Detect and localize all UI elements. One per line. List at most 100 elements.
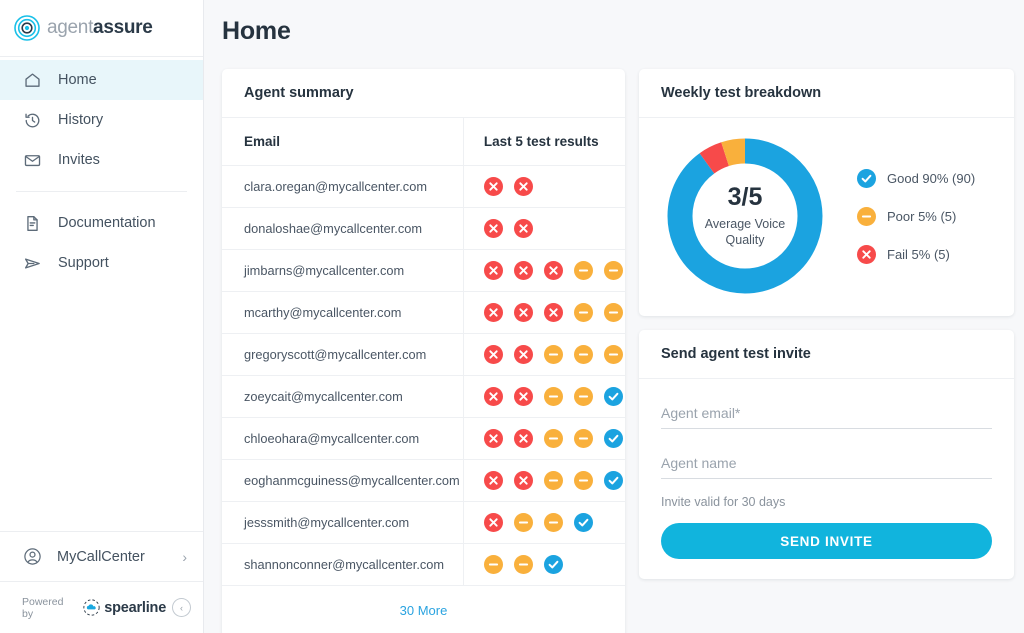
right-column: Weekly test breakdown 3/5 Average Voice … xyxy=(639,69,1014,579)
check-circle-icon xyxy=(543,555,563,574)
cloud-icon xyxy=(83,599,100,616)
check-circle-icon xyxy=(573,513,593,532)
x-circle-icon xyxy=(483,513,503,532)
agent-email-cell: zoeycait@mycallcenter.com xyxy=(222,375,464,418)
agent-summary-table: Email Last 5 test results clara.oregan@m… xyxy=(222,118,625,586)
x-circle-icon xyxy=(483,429,503,448)
result-dots xyxy=(483,345,625,364)
agent-email-cell: jesssmith@mycallcenter.com xyxy=(222,501,464,544)
table-row[interactable]: donaloshae@mycallcenter.com xyxy=(222,207,625,250)
sidebar-item-label: Support xyxy=(58,255,109,271)
table-header-row: Email Last 5 test results xyxy=(222,118,625,166)
page-title: Home xyxy=(222,17,291,45)
spearline-logo[interactable]: spearline xyxy=(83,599,166,616)
minus-circle-icon xyxy=(603,261,623,280)
sidebar-divider xyxy=(16,191,187,192)
x-circle-icon xyxy=(513,219,533,238)
table-row[interactable]: shannonconner@mycallcenter.com xyxy=(222,543,625,586)
result-dots xyxy=(483,177,625,196)
agent-name-field-wrap xyxy=(661,451,992,479)
x-circle-icon xyxy=(513,261,533,280)
table-row[interactable]: jimbarns@mycallcenter.com xyxy=(222,249,625,292)
table-row[interactable]: clara.oregan@mycallcenter.com xyxy=(222,165,625,208)
result-dots xyxy=(483,261,625,280)
send-invite-button[interactable]: SEND INVITE xyxy=(661,523,992,559)
minus-circle-icon xyxy=(573,471,593,490)
brand-name-bold: assure xyxy=(93,17,153,38)
sidebar-nav-primary: Home History Invites Documentation Suppo… xyxy=(0,57,203,283)
send-invite-card: Send agent test invite Invite valid for … xyxy=(639,330,1014,579)
agent-email-cell: jimbarns@mycallcenter.com xyxy=(222,249,464,292)
table-row[interactable]: chloeohara@mycallcenter.com xyxy=(222,417,625,460)
column-header-email: Email xyxy=(222,118,464,166)
sidebar-item-documentation[interactable]: Documentation xyxy=(0,203,203,243)
x-circle-icon xyxy=(483,261,503,280)
spearline-name: spearline xyxy=(104,599,167,616)
table-row[interactable]: gregoryscott@mycallcenter.com xyxy=(222,333,625,376)
sidebar-collapse-button[interactable]: ‹ xyxy=(172,598,191,617)
minus-circle-icon xyxy=(543,429,563,448)
result-dots xyxy=(483,513,625,532)
agent-email-cell: clara.oregan@mycallcenter.com xyxy=(222,165,464,208)
x-circle-icon xyxy=(857,244,876,264)
sidebar-item-history[interactable]: History xyxy=(0,100,203,140)
table-row[interactable]: mcarthy@mycallcenter.com xyxy=(222,291,625,334)
agent-name-input[interactable] xyxy=(661,451,992,479)
show-more-link[interactable]: 30 More xyxy=(400,603,448,618)
minus-circle-icon xyxy=(573,303,593,322)
check-circle-icon xyxy=(603,387,623,406)
agent-email-cell: chloeohara@mycallcenter.com xyxy=(222,417,464,460)
minus-circle-icon xyxy=(483,555,503,574)
x-circle-icon xyxy=(483,345,503,364)
sidebar-item-invites[interactable]: Invites xyxy=(0,140,203,180)
legend-label: Poor 5% (5) xyxy=(887,208,957,224)
history-icon xyxy=(22,110,42,130)
minus-circle-icon xyxy=(543,471,563,490)
donut-center-text: 3/5 Average Voice Quality xyxy=(665,136,825,296)
agent-email-input[interactable] xyxy=(661,401,992,429)
test-results-cell xyxy=(462,333,625,376)
sidebar-item-label: Documentation xyxy=(58,215,156,231)
sidebar: agentassure Home History Invites Documen… xyxy=(0,0,204,633)
powered-by-bar: Powered by spearline ‹ xyxy=(0,581,203,633)
legend-item: Good 90% (90) xyxy=(857,168,976,188)
minus-circle-icon xyxy=(857,206,876,226)
x-circle-icon xyxy=(483,177,503,196)
brand-name-light: agent xyxy=(47,17,94,38)
minus-circle-icon xyxy=(543,387,563,406)
result-dots xyxy=(483,303,625,322)
brand-logo[interactable]: agentassure xyxy=(0,0,203,57)
legend-label: Good 90% (90) xyxy=(887,170,976,186)
minus-circle-icon xyxy=(573,345,593,364)
invite-form: Invite valid for 30 days SEND INVITE xyxy=(639,379,1014,579)
send-invite-title: Send agent test invite xyxy=(639,330,1014,379)
table-row[interactable]: zoeycait@mycallcenter.com xyxy=(222,375,625,418)
test-results-cell xyxy=(462,417,625,460)
x-circle-icon xyxy=(513,387,533,406)
sidebar-item-label: Invites xyxy=(58,152,100,168)
result-dots xyxy=(483,219,625,238)
sidebar-item-support[interactable]: Support xyxy=(0,243,203,283)
result-dots xyxy=(483,429,625,448)
table-row[interactable]: jesssmith@mycallcenter.com xyxy=(222,501,625,544)
minus-circle-icon xyxy=(513,513,533,532)
test-results-cell xyxy=(462,543,625,586)
agent-email-cell: shannonconner@mycallcenter.com xyxy=(222,543,464,586)
agent-email-cell: donaloshae@mycallcenter.com xyxy=(222,207,464,250)
minus-circle-icon xyxy=(603,303,623,322)
x-circle-icon xyxy=(513,303,533,322)
test-results-cell xyxy=(462,291,625,334)
check-circle-icon xyxy=(857,168,876,188)
sidebar-item-label: Home xyxy=(58,72,97,88)
account-switcher[interactable]: MyCallCenter › xyxy=(0,531,203,581)
table-row[interactable]: eoghanmcguiness@mycallcenter.com xyxy=(222,459,625,502)
left-column: Agent summary Email Last 5 test results … xyxy=(222,69,625,633)
test-results-cell xyxy=(462,165,625,208)
chevron-right-icon: › xyxy=(182,548,187,565)
column-header-results: Last 5 test results xyxy=(462,118,625,166)
sidebar-item-home[interactable]: Home xyxy=(0,60,203,100)
result-dots xyxy=(483,471,625,490)
x-circle-icon xyxy=(513,429,533,448)
document-icon xyxy=(22,213,42,233)
mail-icon xyxy=(22,150,42,170)
